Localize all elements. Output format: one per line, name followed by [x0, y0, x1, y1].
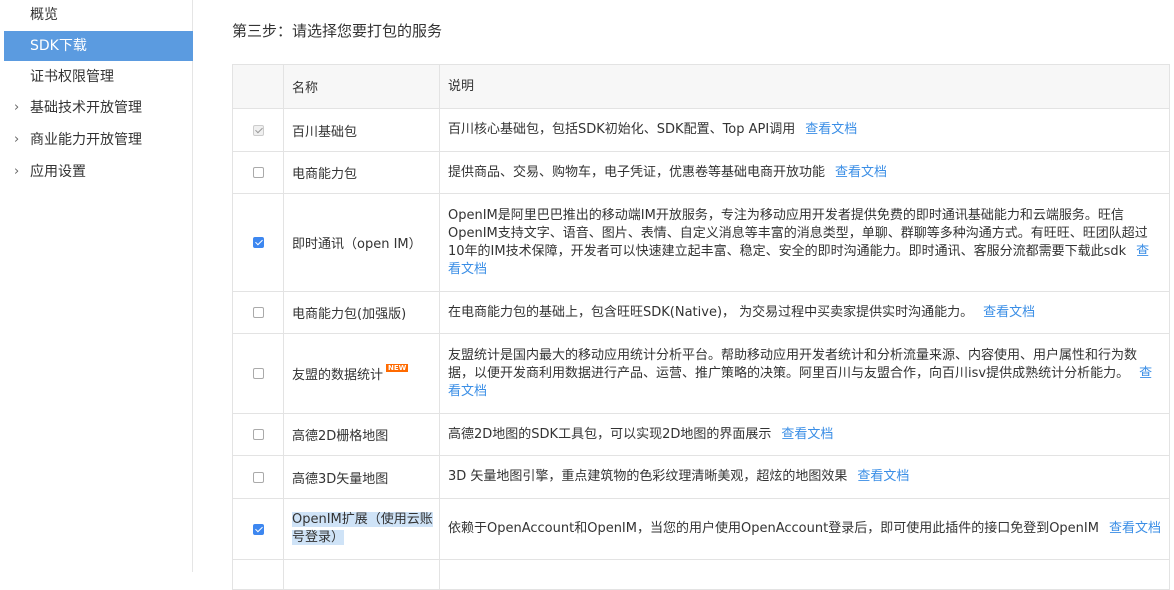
checkbox-cell [232, 291, 284, 334]
description-text: OpenIM是阿里巴巴推出的移动端IM开放服务，专注为移动应用开发者提供免费的即… [448, 207, 1148, 259]
service-name-cell: 友盟的数据统计 NEW [283, 333, 440, 414]
chevron-right-icon: › [14, 132, 20, 147]
chevron-right-icon: › [14, 164, 20, 179]
checkbox-cell [232, 498, 284, 560]
checkbox[interactable] [252, 429, 264, 440]
sidebar-item-business-capability[interactable]: › 商业能力开放管理 [4, 125, 193, 155]
checkbox-cell [232, 413, 284, 456]
chevron-right-icon: › [14, 100, 20, 115]
sidebar-item-label: 应用设置 [30, 164, 86, 180]
service-description: 3D 矢量地图引擎，重点建筑物的色彩纹理清晰美观，超炫的地图效果 查看文档 [439, 455, 1170, 499]
sidebar-item-sdk-download[interactable]: SDK下载 [4, 31, 193, 61]
sidebar-item-certificate-permissions[interactable]: 证书权限管理 [4, 62, 193, 92]
service-description [439, 559, 1170, 590]
service-name: OpenIM扩展（使用云账号登录） [292, 512, 433, 545]
checkbox[interactable] [252, 237, 264, 248]
main-content: 第三步：请选择您要打包的服务 名称 说明 百川基础包 百川核心基础包，包括SDK… [232, 0, 1174, 590]
description-text: 百川核心基础包，包括SDK初始化、SDK配置、Top API调用 [448, 122, 796, 137]
service-name: 高德2D栅格地图 [283, 413, 440, 456]
service-description: 百川核心基础包，包括SDK初始化、SDK配置、Top API调用 查看文档 [439, 108, 1170, 152]
table-row: OpenIM扩展（使用云账号登录） 依赖于OpenAccount和OpenIM，… [232, 498, 1170, 560]
service-name: 友盟的数据统计 [292, 368, 384, 383]
checkbox-cell [232, 559, 284, 590]
checkbox[interactable] [252, 307, 264, 318]
service-name [283, 559, 440, 590]
service-name: 电商能力包(加强版) [283, 291, 440, 334]
service-name-cell: OpenIM扩展（使用云账号登录） [283, 498, 440, 560]
view-docs-link[interactable]: 查看文档 [835, 165, 887, 180]
checkbox-cell [232, 108, 284, 152]
header-checkbox-cell [232, 64, 284, 109]
table-row: 高德2D栅格地图 高德2D地图的SDK工具包，可以实现2D地图的界面展示 查看文档 [232, 413, 1170, 456]
view-docs-link[interactable]: 查看文档 [857, 469, 909, 484]
service-description: OpenIM是阿里巴巴推出的移动端IM开放服务，专注为移动应用开发者提供免费的即… [439, 193, 1170, 292]
view-docs-link[interactable]: 查看文档 [1109, 521, 1161, 536]
service-description: 提供商品、交易、购物车，电子凭证，优惠卷等基础电商开放功能 查看文档 [439, 151, 1170, 194]
checkbox-cell [232, 151, 284, 194]
sidebar-item-label: SDK下载 [30, 38, 87, 54]
table-row: 百川基础包 百川核心基础包，包括SDK初始化、SDK配置、Top API调用 查看… [232, 108, 1170, 152]
view-docs-link[interactable]: 查看文档 [781, 427, 833, 442]
service-name: 百川基础包 [283, 108, 440, 152]
sidebar-item-label: 商业能力开放管理 [30, 132, 142, 148]
sidebar-item-label: 证书权限管理 [30, 69, 114, 85]
table-row [232, 559, 1170, 590]
table-row: 电商能力包(加强版) 在电商能力包的基础上，包含旺旺SDK(Native)， 为… [232, 291, 1170, 334]
service-description: 高德2D地图的SDK工具包，可以实现2D地图的界面展示 查看文档 [439, 413, 1170, 456]
table-row: 电商能力包 提供商品、交易、购物车，电子凭证，优惠卷等基础电商开放功能 查看文档 [232, 151, 1170, 194]
checkbox-cell [232, 455, 284, 499]
description-text: 在电商能力包的基础上，包含旺旺SDK(Native)， 为交易过程中买卖家提供实… [448, 304, 974, 320]
sidebar-item-basic-tech[interactable]: › 基础技术开放管理 [4, 93, 193, 123]
checkbox[interactable] [252, 523, 264, 535]
page-title: 第三步：请选择您要打包的服务 [232, 22, 443, 40]
table-row: 即时通讯（open IM） OpenIM是阿里巴巴推出的移动端IM开放服务，专注… [232, 193, 1170, 292]
table-header-row: 名称 说明 [232, 64, 1170, 109]
checkbox [252, 124, 264, 136]
description-text: 提供商品、交易、购物车，电子凭证，优惠卷等基础电商开放功能 [448, 164, 826, 180]
header-description: 说明 [439, 64, 1170, 109]
service-name: 即时通讯（open IM） [283, 193, 440, 292]
description-text: 友盟统计是国内最大的移动应用统计分析平台。帮助移动应用开发者统计和分析流量来源、… [448, 347, 1138, 381]
description-text: 3D 矢量地图引擎，重点建筑物的色彩纹理清晰美观，超炫的地图效果 [448, 469, 848, 484]
checkbox[interactable] [252, 368, 264, 379]
sidebar-item-overview[interactable]: 概览 [4, 0, 193, 30]
description-text: 依赖于OpenAccount和OpenIM，当您的用户使用OpenAccount… [448, 521, 1099, 536]
checkbox-cell [232, 333, 284, 414]
description-text: 高德2D地图的SDK工具包，可以实现2D地图的界面展示 [448, 426, 772, 442]
service-description: 在电商能力包的基础上，包含旺旺SDK(Native)， 为交易过程中买卖家提供实… [439, 291, 1170, 334]
service-name: 电商能力包 [283, 151, 440, 194]
sidebar-item-label: 基础技术开放管理 [30, 100, 142, 116]
view-docs-link[interactable]: 查看文档 [805, 122, 857, 137]
checkbox[interactable] [252, 167, 264, 178]
checkbox-cell [232, 193, 284, 292]
table-row: 高德3D矢量地图 3D 矢量地图引擎，重点建筑物的色彩纹理清晰美观，超炫的地图效… [232, 455, 1170, 499]
service-description: 友盟统计是国内最大的移动应用统计分析平台。帮助移动应用开发者统计和分析流量来源、… [439, 333, 1170, 414]
new-badge: NEW [386, 364, 409, 372]
view-docs-link[interactable]: 查看文档 [983, 305, 1035, 320]
checkbox[interactable] [252, 471, 264, 483]
sidebar-item-label: 概览 [30, 7, 58, 23]
service-description: 依赖于OpenAccount和OpenIM，当您的用户使用OpenAccount… [439, 498, 1170, 560]
sidebar: 概览 SDK下载 证书权限管理 › 基础技术开放管理 › 商业能力开放管理 › … [0, 0, 193, 572]
sidebar-item-app-settings[interactable]: › 应用设置 [4, 157, 193, 187]
header-name: 名称 [283, 64, 440, 109]
table-row: 友盟的数据统计 NEW 友盟统计是国内最大的移动应用统计分析平台。帮助移动应用开发… [232, 333, 1170, 414]
service-name: 高德3D矢量地图 [283, 455, 440, 499]
service-table: 名称 说明 百川基础包 百川核心基础包，包括SDK初始化、SDK配置、Top A… [232, 64, 1170, 590]
